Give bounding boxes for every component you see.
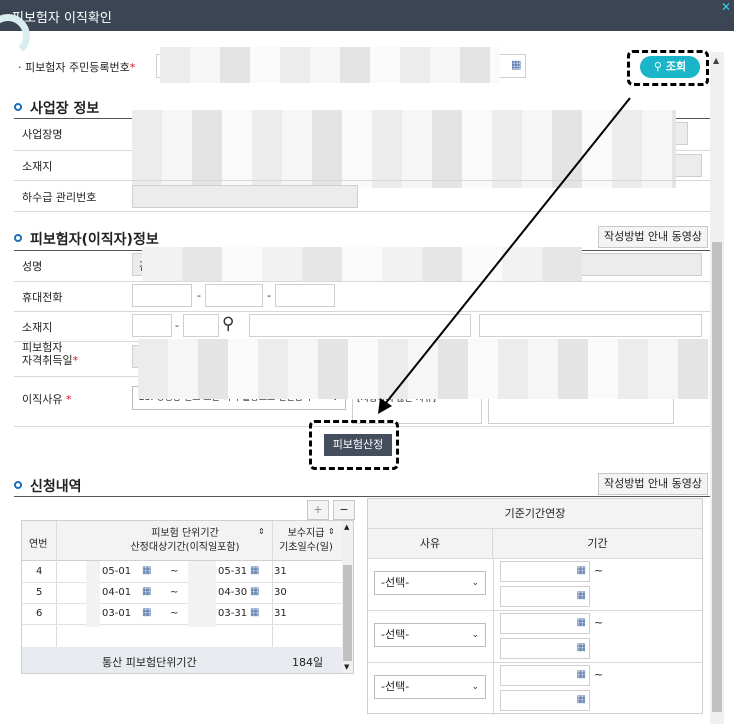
header-period: 피보험 단위기간 산정대상기간(이직일포함) [130,528,240,553]
header-days: 보수지급 기초일수(일) [279,528,333,553]
tilde: ~ [594,564,604,577]
row-from: 04-01 [102,587,132,598]
select-value: -선택- [381,680,410,693]
calendar-icon[interactable]: ▦ [142,565,151,576]
select-value: -선택- [381,628,410,641]
chevron-down-icon: ⌄ [471,578,479,588]
scroll-up-icon[interactable]: ▲ [713,56,719,65]
arrow-head [378,398,392,414]
add-row-button[interactable]: + [307,500,329,520]
extension-from-date[interactable]: ▦ [500,665,590,686]
row-to: 04-30 [218,587,248,598]
chevron-down-icon: ⌄ [471,682,479,692]
sort-icon[interactable]: ⇕ [328,527,335,536]
row-from: 05-01 [102,566,132,577]
arrow-line [384,97,631,405]
calendar-icon[interactable]: ▦ [577,642,586,653]
grid-scrollbar[interactable]: ▲ ▼ [342,521,353,673]
extension-row: -선택- ⌄ ▦ ▦ ~ [368,663,702,715]
extension-title: 기준기간연장 [368,499,702,529]
tilde: ~ [594,668,604,681]
calendar-icon[interactable]: ▦ [577,694,586,705]
col-sep [493,559,494,611]
redacted-year [86,561,100,627]
extension-period-header: 기간 [493,529,702,559]
header-seq: 연번 [29,539,48,550]
chevron-down-icon: ⌄ [471,630,479,640]
tilde: ~ [170,566,179,577]
row-seq: 5 [36,587,43,598]
tilde: ~ [170,587,179,598]
calendar-icon[interactable]: ▦ [250,565,259,576]
calendar-icon[interactable]: ▦ [250,607,259,618]
grid-scroll-thumb[interactable] [343,565,352,661]
row-seq: 4 [36,566,43,577]
row-seq: 6 [36,608,43,619]
extension-reason-select[interactable]: -선택- ⌄ [374,675,486,699]
extension-reason-header: 사유 [368,529,493,559]
row-from: 03-01 [102,608,132,619]
calendar-icon[interactable]: ▦ [577,565,586,576]
extension-to-date[interactable]: ▦ [500,690,590,711]
tilde: ~ [594,616,604,629]
extension-row: -선택- ⌄ ▦ ▦ ~ [368,559,702,611]
row-days: 31 [274,608,287,619]
total-row: 통산 피보험단위기간 184일 [22,647,342,673]
table-row[interactable]: 6 03-01 ▦ ~ 03-31 ▦ 31 [22,604,342,625]
select-value: -선택- [381,576,410,589]
col-sep [493,611,494,663]
row-to: 05-31 [218,566,248,577]
remove-row-button[interactable]: − [333,500,355,520]
extension-table: 기준기간연장 사유 기간 -선택- ⌄ ▦ ▦ ~ -선택- ⌄ ▦ ▦ ~ -선택… [367,498,703,715]
page-scrollbar[interactable]: ▲ [710,52,724,724]
row-days: 30 [274,587,287,598]
divider [14,496,710,497]
col-sep [493,663,494,715]
calendar-icon[interactable]: ▦ [577,669,586,680]
period-grid: 연번 피보험 단위기간 산정대상기간(이직일포함) ⇕ 보수지급 기초일수(일) ⇕… [21,520,354,674]
section-bullet-icon [14,481,22,489]
calendar-icon[interactable]: ▦ [577,590,586,601]
total-value: 184일 [292,656,324,669]
page-scroll-thumb[interactable] [712,242,722,712]
extension-from-date[interactable]: ▦ [500,613,590,634]
calendar-icon[interactable]: ▦ [250,586,259,597]
table-row[interactable]: 4 05-01 ▦ ~ 05-31 ▦ 31 [22,562,342,583]
apply-guide-video-button[interactable]: 작성방법 안내 동영상 [598,473,708,495]
tilde: ~ [170,608,179,619]
table-row[interactable]: 5 04-01 ▦ ~ 04-30 ▦ 30 [22,583,342,604]
redacted-year [188,561,216,627]
extension-to-date[interactable]: ▦ [500,586,590,607]
extension-reason-select[interactable]: -선택- ⌄ [374,623,486,647]
row-days: 31 [274,566,287,577]
scroll-up-icon[interactable]: ▲ [344,523,349,531]
calendar-icon[interactable]: ▦ [577,617,586,628]
calendar-icon[interactable]: ▦ [142,607,151,618]
total-label: 통산 피보험단위기간 [102,656,197,669]
extension-row: -선택- ⌄ ▦ ▦ ~ [368,611,702,663]
scroll-down-icon[interactable]: ▼ [344,663,349,671]
extension-to-date[interactable]: ▦ [500,638,590,659]
sort-icon[interactable]: ⇕ [258,527,265,536]
calendar-icon[interactable]: ▦ [142,586,151,597]
apply-section-title: 신청내역 [14,476,82,496]
row-to: 03-31 [218,608,248,619]
extension-reason-select[interactable]: -선택- ⌄ [374,571,486,595]
extension-from-date[interactable]: ▦ [500,561,590,582]
